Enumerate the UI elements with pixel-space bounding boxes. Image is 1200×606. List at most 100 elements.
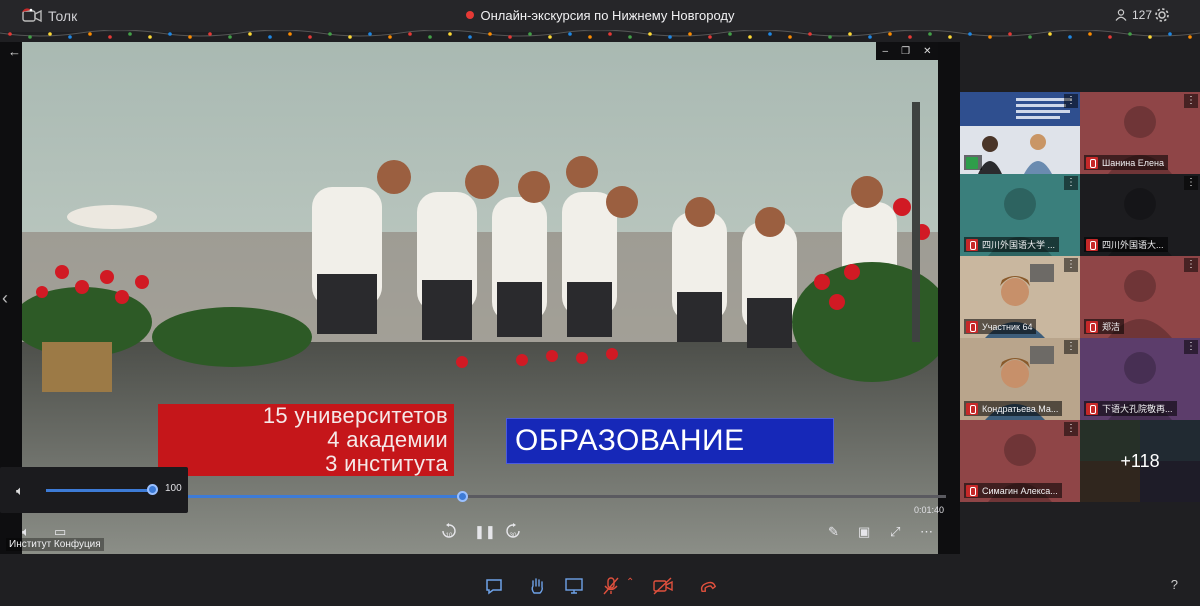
mic-off-icon <box>1086 156 1098 169</box>
garland-bulb <box>668 35 672 39</box>
speaker-name-tag: Институт Конфуция <box>6 538 104 551</box>
participant-name-label: Кондратьева Ма... <box>964 401 1063 416</box>
garland-bulb <box>1188 35 1192 39</box>
tile-menu-icon[interactable]: ⋮ <box>1064 94 1078 108</box>
volume-knob[interactable] <box>147 484 158 495</box>
garland-bulb <box>248 32 252 36</box>
screen-share-icon[interactable] <box>564 577 584 595</box>
volume-value: 100 <box>165 483 182 494</box>
caption-line: 15 университетов <box>262 403 448 428</box>
garland-bulb <box>1128 32 1132 36</box>
garland-bulb <box>228 35 232 39</box>
garland-bulb <box>1028 35 1032 39</box>
volume-track[interactable] <box>46 489 152 492</box>
pencil-icon[interactable]: ✎ <box>828 524 839 540</box>
help-icon[interactable]: ? <box>1171 577 1178 592</box>
participant-tile[interactable]: ⋮ Кондратьева Ма... <box>960 338 1080 420</box>
rewind-icon[interactable]: 10 <box>440 522 458 540</box>
video-player[interactable]: ← ‹ – ❐ ✕ 15 университетов 4 академии 3 … <box>0 42 960 554</box>
mic-off-icon <box>966 484 978 497</box>
time-display: 0:01:40 <box>913 505 944 515</box>
tile-menu-icon[interactable]: ⋮ <box>1064 340 1078 354</box>
garland-bulb <box>408 32 412 36</box>
garland-bulb <box>648 32 652 36</box>
caption-line: 4 академии <box>327 427 448 452</box>
garland-bulb <box>328 32 332 36</box>
conference-title: Онлайн-экскурсия по Нижнему Новгороду <box>0 8 1200 23</box>
close-icon[interactable]: ✕ <box>923 46 931 57</box>
participant-tile[interactable]: ⋮ Шанина Елена <box>1080 92 1200 174</box>
garland-bulb <box>428 35 432 39</box>
garland-bulb <box>988 35 992 39</box>
garland-bulb <box>208 32 212 36</box>
chat-icon[interactable] <box>484 577 504 595</box>
garland-bulb <box>1108 35 1112 39</box>
tile-menu-icon[interactable]: ⋮ <box>1064 176 1078 190</box>
participant-tile[interactable]: ⋮ 下语大孔院敬再... <box>1080 338 1200 420</box>
participant-name-label: Шанина Елена <box>1084 155 1168 170</box>
garland-bulb <box>1148 35 1152 39</box>
volume-popup: 🔈︎ 100 <box>0 467 188 513</box>
hangup-icon[interactable] <box>698 577 718 595</box>
picture-in-picture-icon[interactable]: ▣ <box>858 524 870 540</box>
forward-icon[interactable]: 30 <box>504 522 522 540</box>
garland-bulb <box>548 35 552 39</box>
tile-menu-icon[interactable]: ⋮ <box>1064 422 1078 436</box>
participant-name: 下语大孔院敬再... <box>1102 404 1173 414</box>
garland-bulb <box>1088 32 1092 36</box>
tile-menu-icon[interactable]: ⋮ <box>1184 94 1198 108</box>
tile-menu-icon[interactable]: ⋮ <box>1184 176 1198 190</box>
participant-tile[interactable]: ⋮ 四川外国语大学 ... <box>960 174 1080 256</box>
participant-name: Участник 64 <box>982 321 1033 332</box>
back-arrow-icon[interactable]: ← <box>8 44 21 59</box>
participant-name: 郑洁 <box>1102 322 1121 332</box>
chevron-left-icon[interactable]: ‹ <box>2 288 8 309</box>
mic-off-icon <box>966 320 978 333</box>
more-options-icon[interactable]: ⋯ <box>920 524 933 540</box>
player-window-controls: – ❐ ✕ <box>876 42 938 60</box>
garland-bulb <box>448 32 452 36</box>
garland-bulb <box>68 35 72 39</box>
garland-bulb <box>108 35 112 39</box>
garland-bulb <box>288 32 292 36</box>
participants-count: 127 <box>1131 8 1152 22</box>
top-bar: Толк Онлайн-экскурсия по Нижнему Новгоро… <box>0 0 1200 32</box>
garland-bulb <box>868 35 872 39</box>
participants-button[interactable]: 127 <box>1115 8 1152 22</box>
garland-bulb <box>848 32 852 36</box>
participant-tile[interactable]: ⋮ <box>960 92 1080 174</box>
caption-line: 3 института <box>325 451 448 476</box>
participant-name-label: Симагин Алекса... <box>964 483 1062 498</box>
forward-label: 30 <box>510 533 517 539</box>
chevron-up-icon[interactable]: ⌃ <box>626 577 634 588</box>
tile-menu-icon[interactable]: ⋮ <box>1184 258 1198 272</box>
participants-grid: ⋮ ⋮ Шанина Елена ⋮ 四川外国语大学 ... ⋮ 四川外国语大... ⋮ Уча… <box>960 92 1200 502</box>
participant-tile[interactable]: ⋮ Участник 64 <box>960 256 1080 338</box>
participant-name-label: 下语大孔院敬再... <box>1084 401 1177 416</box>
participant-tile[interactable]: ⋮ 四川外国语大... <box>1080 174 1200 256</box>
minimize-icon[interactable]: – <box>883 46 889 57</box>
seek-bar[interactable] <box>186 491 946 502</box>
volume-icon[interactable]: 🔈︎ <box>16 483 24 499</box>
raise-hand-icon[interactable] <box>527 577 547 595</box>
participant-tile[interactable]: ⋮ 郑洁 <box>1080 256 1200 338</box>
garland-bulb <box>348 35 352 39</box>
garland-bulb <box>828 35 832 39</box>
participant-tile[interactable]: ⋮ Симагин Алекса... <box>960 420 1080 502</box>
pause-icon[interactable]: ❚❚ <box>474 524 496 540</box>
more-participants-count[interactable]: +118 <box>1080 420 1200 502</box>
garland-bulb <box>888 32 892 36</box>
people-icon <box>1115 9 1127 21</box>
tile-menu-icon[interactable]: ⋮ <box>1064 258 1078 272</box>
garland-bulb <box>748 35 752 39</box>
garland-bulb <box>708 35 712 39</box>
garland-bulb <box>468 35 472 39</box>
fullscreen-icon[interactable]: ⤢ <box>890 524 900 540</box>
tile-menu-icon[interactable]: ⋮ <box>1184 340 1198 354</box>
participant-tile[interactable]: +118 <box>1080 420 1200 502</box>
restore-icon[interactable]: ❐ <box>901 46 910 57</box>
gear-icon[interactable] <box>1154 7 1170 23</box>
app-name: Толк <box>48 8 78 24</box>
mic-off-icon[interactable] <box>601 577 621 595</box>
camera-off-icon[interactable] <box>652 577 674 595</box>
